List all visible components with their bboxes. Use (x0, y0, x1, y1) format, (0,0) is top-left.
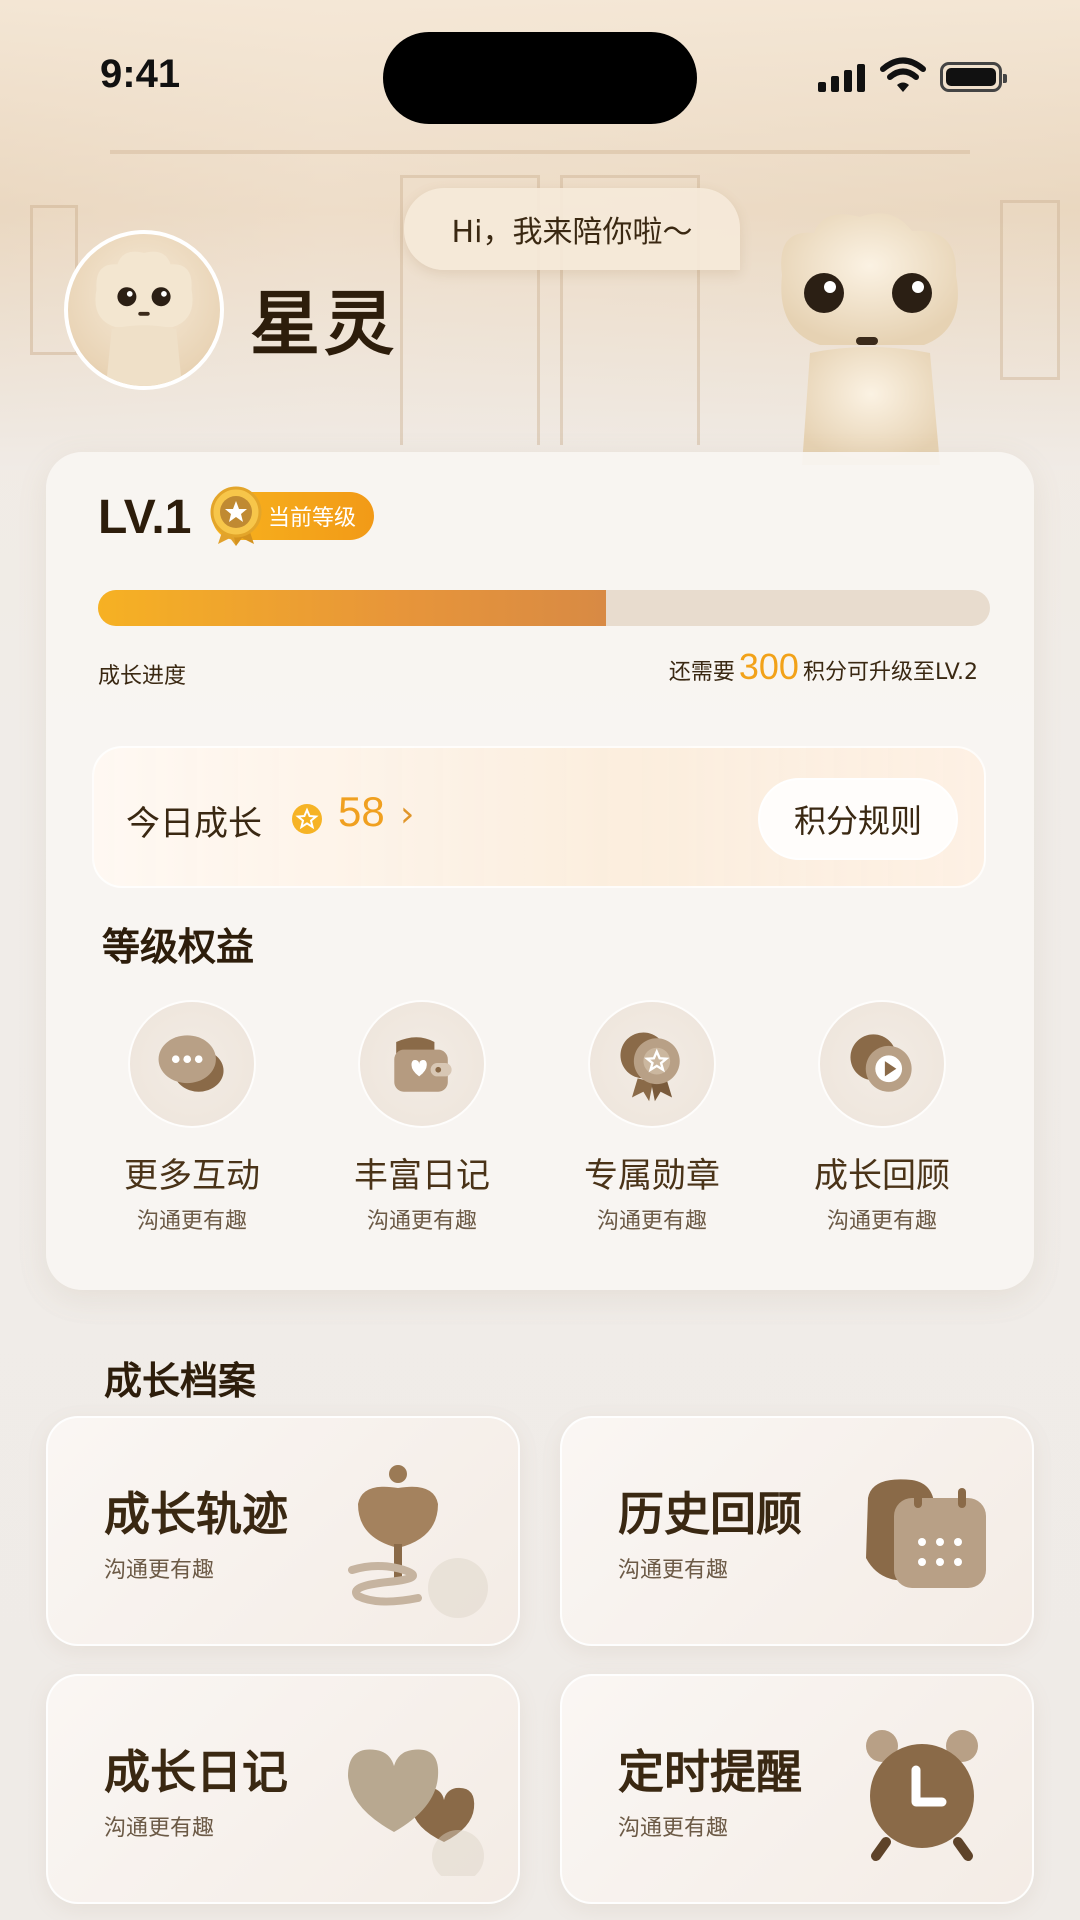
benefit-title: 丰富日记 (354, 1156, 490, 1196)
points-rules-button[interactable]: 积分规则 (758, 778, 958, 860)
tile-subtitle: 沟通更有趣 (618, 1816, 729, 1841)
star-coin-icon (292, 804, 322, 834)
benefit-more-interaction[interactable]: 更多互动 沟通更有趣 (92, 1000, 292, 1235)
benefit-subtitle: 沟通更有趣 (136, 1209, 247, 1234)
tile-subtitle: 沟通更有趣 (104, 1558, 215, 1583)
status-time: 9:41 (100, 52, 181, 96)
benefit-title: 更多互动 (124, 1156, 260, 1196)
wifi-icon (880, 57, 926, 92)
benefits-title: 等级权益 (102, 925, 255, 969)
upgrade-note-suffix: 积分可升级至LV.2 (802, 660, 978, 685)
medal-icon (210, 486, 262, 546)
tile-title: 成长轨迹 (104, 1487, 288, 1541)
level-card: LV.1 当前等级 成长进度 还需要 300 积分可升级至LV.2 今日成长 5… (46, 452, 1034, 1290)
growth-progress-fill (98, 590, 607, 626)
archive-tile-timed-reminder[interactable]: 定时提醒 沟通更有趣 (560, 1674, 1034, 1904)
benefit-subtitle: 沟通更有趣 (826, 1209, 937, 1234)
tile-subtitle: 沟通更有趣 (104, 1816, 215, 1841)
mascot-character-icon (781, 213, 958, 465)
star-medal-icon (620, 1032, 680, 1102)
benefit-exclusive-medal[interactable]: 专属勋章 沟通更有趣 (552, 1000, 752, 1235)
tile-title: 成长日记 (104, 1745, 288, 1799)
mascot-avatar-icon (95, 251, 193, 386)
tile-title: 历史回顾 (618, 1487, 802, 1541)
wall-line (110, 150, 970, 154)
chevron-right-icon[interactable]: › (400, 794, 414, 835)
today-growth-panel: 今日成长 58 › 积分规则 (92, 746, 986, 888)
status-bar: 9:41 (0, 0, 1080, 150)
upgrade-note: 还需要 300 积分可升级至LV.2 (669, 646, 978, 688)
archive-tile-growth-diary[interactable]: 成长日记 沟通更有趣 (46, 1674, 520, 1904)
benefit-rich-diary[interactable]: 丰富日记 沟通更有趣 (322, 1000, 522, 1235)
hearts-icon (348, 1749, 484, 1876)
battery-icon (940, 62, 1007, 92)
growth-progress-bar (98, 590, 990, 626)
archive-tile-history-review[interactable]: 历史回顾 沟通更有趣 (560, 1416, 1034, 1646)
benefit-title: 成长回顾 (814, 1156, 950, 1196)
level-label: LV.1 (98, 491, 192, 544)
profile-name: 星灵 (250, 283, 398, 365)
archive-title: 成长档案 (104, 1359, 257, 1403)
tile-subtitle: 沟通更有趣 (618, 1558, 729, 1583)
today-growth-value[interactable]: 58 (338, 788, 385, 836)
chat-bubbles-icon (158, 1035, 224, 1092)
upgrade-note-prefix: 还需要 (668, 660, 735, 685)
current-level-badge: 当前等级 (210, 486, 375, 546)
growth-progress-label: 成长进度 (98, 664, 187, 689)
today-growth-label: 今日成长 (126, 804, 262, 844)
tile-title: 定时提醒 (618, 1745, 802, 1799)
benefit-growth-review[interactable]: 成长回顾 沟通更有趣 (782, 1000, 982, 1235)
calendar-icon (866, 1479, 986, 1588)
wallet-heart-icon (394, 1037, 452, 1092)
archive-tile-growth-track[interactable]: 成长轨迹 沟通更有趣 (46, 1416, 520, 1646)
benefit-subtitle: 沟通更有趣 (596, 1209, 707, 1234)
points-needed: 300 (738, 646, 799, 687)
dynamic-island (383, 32, 697, 124)
greeting-bubble: Hi，我来陪你啦～ (404, 188, 740, 270)
alarm-clock-icon (866, 1730, 978, 1861)
benefit-title: 专属勋章 (584, 1156, 720, 1196)
play-circle-icon (850, 1034, 912, 1092)
avatar[interactable] (64, 230, 224, 390)
benefit-subtitle: 沟通更有趣 (366, 1209, 477, 1234)
current-level-text: 当前等级 (268, 506, 357, 531)
shelf-decor (1000, 200, 1060, 380)
cellular-signal-icon (818, 62, 868, 92)
sprout-icon (348, 1465, 488, 1618)
